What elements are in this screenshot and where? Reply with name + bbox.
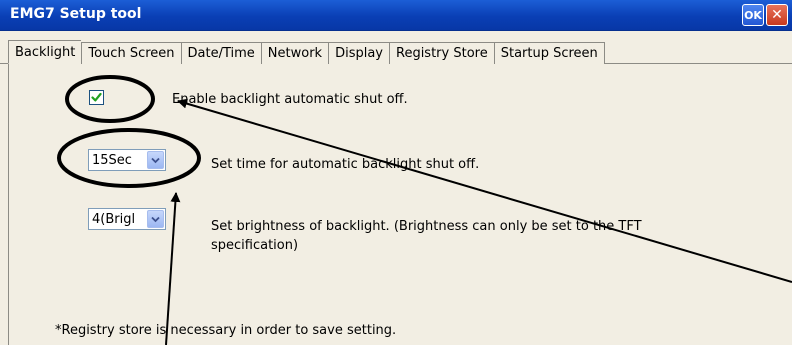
ok-button[interactable]: OK xyxy=(742,4,764,26)
brightness-dropdown-button[interactable] xyxy=(147,210,164,228)
brightness-label: Set brightness of backlight. (Brightness… xyxy=(211,219,642,253)
window-client-area xyxy=(0,31,792,345)
tab-network[interactable]: Network xyxy=(260,42,329,64)
title-bar: EMG7 Setup tool OK ✕ xyxy=(0,0,792,31)
tab-startup-screen[interactable]: Startup Screen xyxy=(493,42,605,64)
auto-shutoff-label: Enable backlight automatic shut off. xyxy=(172,92,408,107)
shutoff-time-dropdown-button[interactable] xyxy=(147,151,164,169)
window-title: EMG7 Setup tool xyxy=(10,6,142,22)
panel-border xyxy=(8,63,9,345)
chevron-down-icon xyxy=(151,216,160,222)
shutoff-time-label: Set time for automatic backlight shut of… xyxy=(211,157,480,172)
check-icon xyxy=(91,92,102,102)
registry-note: *Registry store is necessary in order to… xyxy=(55,323,397,338)
shutoff-time-select[interactable]: 15Sec xyxy=(88,149,166,171)
close-button[interactable]: ✕ xyxy=(766,4,788,26)
chevron-down-icon xyxy=(151,157,160,163)
tab-strip: Backlight Touch Screen Date/Time Network… xyxy=(8,40,605,64)
tab-date-time[interactable]: Date/Time xyxy=(180,42,261,64)
tab-registry-store[interactable]: Registry Store xyxy=(389,42,494,64)
tab-backlight[interactable]: Backlight xyxy=(8,40,82,64)
auto-shutoff-checkbox[interactable] xyxy=(89,90,104,105)
shutoff-time-value: 15Sec xyxy=(92,152,132,168)
tab-touch-screen[interactable]: Touch Screen xyxy=(81,42,181,64)
brightness-select[interactable]: 4(Brigl xyxy=(88,208,166,230)
brightness-value: 4(Brigl xyxy=(92,211,136,227)
tab-display[interactable]: Display xyxy=(328,42,389,64)
